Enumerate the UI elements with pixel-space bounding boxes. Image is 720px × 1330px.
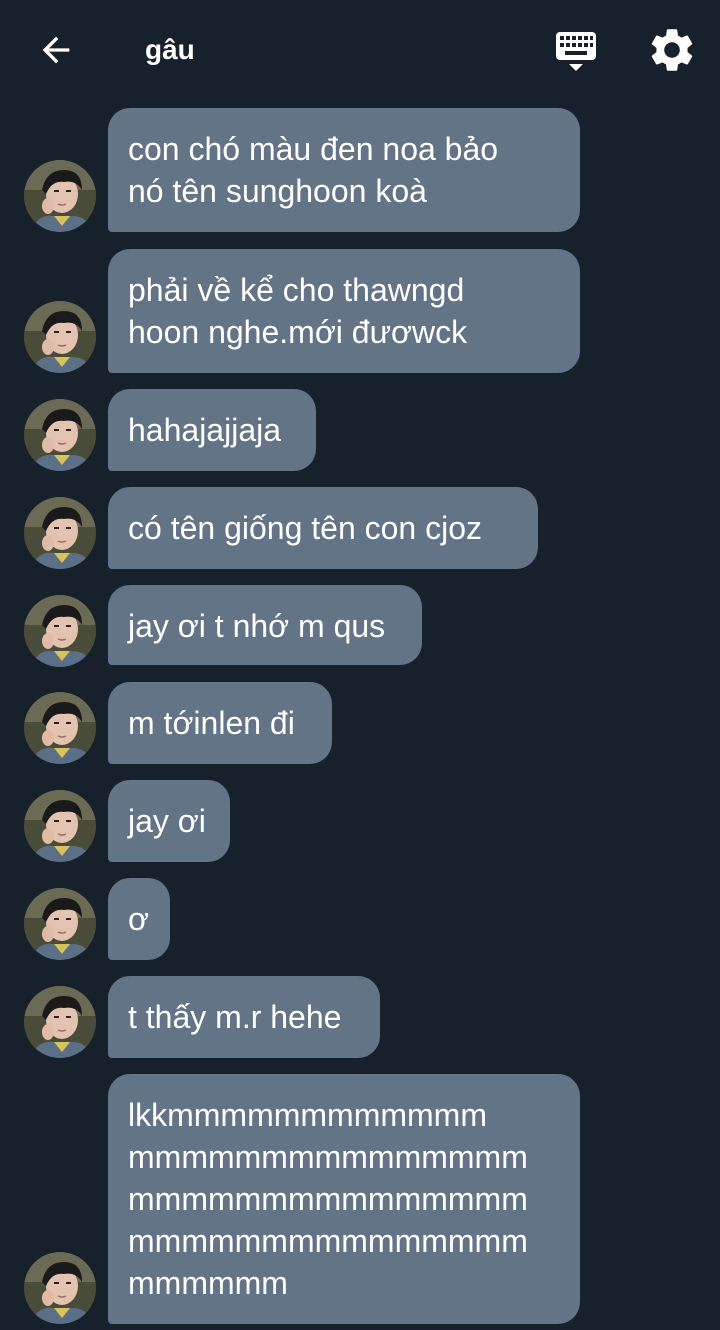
avatar[interactable] (24, 497, 96, 569)
avatar-image (24, 399, 96, 471)
avatar[interactable] (24, 888, 96, 960)
arrow-left-icon (42, 36, 70, 64)
keyboard-button[interactable] (550, 24, 602, 78)
chat-header: gâu (0, 0, 720, 100)
gear-icon (651, 29, 693, 71)
avatar[interactable] (24, 790, 96, 862)
message-bubble[interactable]: lkkmmmmmmmmmmmm mmmmmmmmmmmmmmm mmmmmmmm… (108, 1074, 580, 1324)
avatar[interactable] (24, 399, 96, 471)
avatar-image (24, 790, 96, 862)
message-bubble[interactable]: jay ơi (108, 780, 230, 862)
avatar-image (24, 301, 96, 373)
message-bubble[interactable]: hahajajjaja (108, 389, 316, 471)
message-bubble[interactable]: có tên giống tên con cjoz (108, 487, 538, 569)
back-button[interactable] (30, 26, 82, 74)
avatar-image (24, 595, 96, 667)
avatar[interactable] (24, 986, 96, 1058)
message-bubble[interactable]: phải về kể cho thawngd hoon nghe.mới đươ… (108, 249, 580, 373)
avatar[interactable] (24, 1252, 96, 1324)
message-bubble[interactable]: t thấy m.r hehe (108, 976, 380, 1058)
message-bubble[interactable]: m tớinlen đi (108, 682, 332, 764)
avatar-image (24, 888, 96, 960)
settings-button[interactable] (646, 24, 698, 76)
avatar[interactable] (24, 160, 96, 232)
avatar[interactable] (24, 595, 96, 667)
message-bubble[interactable]: ơ (108, 878, 170, 960)
avatar[interactable] (24, 301, 96, 373)
avatar[interactable] (24, 692, 96, 764)
message-bubble[interactable]: jay ơi t nhớ m qus (108, 585, 422, 665)
avatar-image (24, 160, 96, 232)
avatar-image (24, 1252, 96, 1324)
avatar-image (24, 986, 96, 1058)
chat-screen: gâu con chó màu đen noa bảo nó tên sungh… (0, 0, 720, 1330)
avatar-image (24, 497, 96, 569)
avatar-image (24, 692, 96, 764)
keyboard-icon (556, 32, 596, 71)
chat-title[interactable]: gâu (145, 32, 195, 68)
message-bubble[interactable]: con chó màu đen noa bảo nó tên sunghoon … (108, 108, 580, 232)
